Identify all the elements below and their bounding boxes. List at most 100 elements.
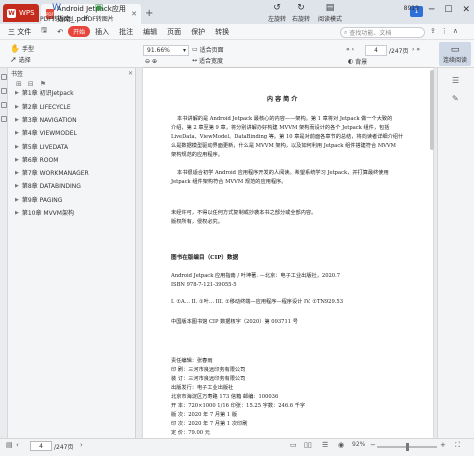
publisher-line: 北京市海淀区万寿路 173 信箱 邮编：100036 (171, 394, 279, 400)
share-icon[interactable]: ⇪ (430, 27, 436, 35)
bookmark-label: 第5章 LIVEDATA (21, 144, 69, 151)
close-panel-icon[interactable]: ✕ (128, 70, 133, 77)
background-button[interactable]: ◐ 背景 (348, 57, 367, 66)
vertical-scrollbar[interactable] (430, 70, 434, 150)
rotate-left-button[interactable]: ↺ 左旋转 (268, 2, 287, 24)
bookmark-item[interactable]: ▶ 第6章 ROOM (15, 155, 59, 165)
bookmark-tools: ⊞ ⊟ ⚑ (16, 80, 46, 88)
zoom-value: 91.66% (147, 47, 170, 54)
bookmark-item[interactable]: ▶ 第9章 PAGING (15, 195, 62, 205)
bookmark-item[interactable]: ▶ 第3章 NAVIGATION (15, 115, 77, 125)
first-page-icon[interactable]: « (346, 46, 350, 53)
menu-page[interactable]: 页面 (162, 27, 186, 37)
menu-annotate[interactable]: 批注 (114, 27, 138, 37)
pdf-to-image-button[interactable]: ▣ PDF转图片 (84, 2, 114, 24)
menu-insert[interactable]: 插入 (90, 27, 114, 37)
expand-icon: ▶ (15, 182, 19, 189)
wps-home-tab[interactable]: W WPS (3, 4, 39, 22)
minimize-icon[interactable]: ─ (429, 5, 434, 15)
zoom-out-icon[interactable]: ⊖ (145, 58, 150, 65)
properties-icon[interactable]: ☰ (452, 76, 459, 85)
bookmark-item[interactable]: ▶ 第8章 DATABINDING (15, 181, 81, 191)
thumbnail-icon[interactable] (1, 88, 7, 94)
rotate-right-button[interactable]: ↻ 右旋转 (292, 2, 310, 24)
menu-edit[interactable]: 编辑 (138, 27, 162, 37)
zoom-in-icon[interactable]: + (440, 441, 446, 449)
intro-line: 么是数据模型驱动界面更新，什么是 MVVM 架构，以及如何利用 Jetpack … (171, 143, 396, 149)
bookmark-item[interactable]: ▶ 第4章 VIEWMODEL (15, 128, 77, 138)
wps-tab-label: WPS (19, 9, 35, 17)
bookmark-label: 第6章 ROOM (21, 157, 59, 164)
zoom-in-icon[interactable]: ⊕ (152, 58, 157, 65)
collapse-icon[interactable]: ∧ (453, 27, 458, 35)
expand-icon: ▶ (15, 143, 19, 150)
undo-icon[interactable]: ↶ (52, 28, 68, 36)
bookmark-panel-icon[interactable] (1, 74, 7, 80)
read-mode-button[interactable]: ▤ 阅读模式 (318, 2, 342, 24)
rotate-left-icon: ↺ (273, 2, 281, 13)
menu-convert[interactable]: 转换 (210, 27, 234, 37)
view-continuous-icon[interactable]: ☰ (322, 441, 328, 449)
eye-icon[interactable]: ◉ (338, 441, 344, 449)
view-double-icon[interactable]: ▯▯ (304, 441, 312, 449)
window-controls: 8919 ─ ☐ ✕ (404, 5, 470, 15)
pdf-to-word-button[interactable]: W PDF转Word (40, 2, 73, 24)
prev-page-icon[interactable]: ‹ (352, 46, 354, 53)
bookmark-flag-icon[interactable]: ⚑ (40, 80, 46, 88)
save-icon[interactable]: 🖫 (36, 26, 52, 37)
annotation-list-icon[interactable] (1, 102, 7, 108)
search-panel-icon[interactable] (1, 116, 7, 122)
expand-icon: ▶ (15, 196, 19, 203)
close-tab-icon[interactable]: ✕ (131, 10, 137, 18)
view-single-icon[interactable]: ▭ (290, 441, 297, 449)
add-bookmark-icon[interactable]: ⊞ (16, 80, 22, 88)
delete-bookmark-icon[interactable]: ⊟ (28, 80, 34, 88)
file-menu[interactable]: 三 文件 (3, 27, 36, 37)
bookmark-item[interactable]: ▶ 第2章 LIFECYCLE (15, 102, 71, 112)
menu-protect[interactable]: 保护 (186, 27, 210, 37)
continuous-read-button[interactable]: ▭ 连续阅读 (439, 42, 471, 66)
comment-icon[interactable]: ✎ (452, 94, 459, 103)
copyright-line: 未经许可，不得以任何方式复制或抄袭本书之部分或全部内容。 (171, 210, 317, 216)
menu-start[interactable]: 开始 (68, 26, 91, 37)
page-number-input[interactable]: 4 (365, 45, 387, 56)
bookmark-label: 第3章 NAVIGATION (21, 117, 77, 124)
rotate-right-icon: ↻ (297, 2, 305, 13)
status-page-input[interactable]: 4 (30, 441, 52, 451)
fullscreen-icon[interactable]: ⛶ (455, 441, 460, 450)
bookmark-item[interactable]: ▶ 第10章 MVVM架构 (15, 208, 74, 218)
fit-width-button[interactable]: ↔ 适合宽度 (192, 56, 223, 65)
publisher-line: 版 次：2020 年 7 月第 1 版 (171, 412, 238, 418)
last-page-icon[interactable]: » (416, 46, 420, 53)
zoom-slider-handle[interactable] (406, 443, 409, 451)
user-id[interactable]: 8919 (404, 5, 419, 15)
publisher-line: 出版发行：电子工业出版社 (171, 385, 234, 391)
maximize-icon[interactable]: ☐ (444, 5, 452, 15)
search-input[interactable]: ⌕ 查找功能、文档 (340, 27, 425, 38)
fit-page-button[interactable]: ▭ 适合页面 (192, 45, 224, 54)
expand-icon: ▶ (15, 209, 19, 216)
bookmark-item[interactable]: ▶ 第1章 初识Jetpack (15, 88, 74, 98)
select-tool-button[interactable]: ➚ 选择 (10, 55, 31, 64)
zoom-select[interactable]: 91.66% ▾ (143, 45, 189, 56)
word-icon: W (52, 2, 62, 13)
more-icon[interactable]: ⋮ (441, 27, 448, 35)
zoom-out-icon[interactable]: − (370, 441, 376, 449)
bookmark-item[interactable]: ▶ 第7章 WORKMANAGER (15, 168, 89, 178)
next-page-icon[interactable]: › (80, 441, 83, 449)
next-page-icon[interactable]: › (412, 46, 414, 53)
new-tab-button[interactable]: + (145, 8, 153, 19)
prev-page-icon[interactable]: ‹ (16, 441, 19, 449)
fit-page-label: 适合页面 (199, 47, 224, 54)
hand-tool-button[interactable]: ✋ 手型 (10, 44, 34, 53)
cip-line: 中国版本图书馆 CIP 数据核字（2020）第 093711 号 (171, 319, 298, 325)
sidebar-toggle-icon[interactable]: ▤ (6, 441, 13, 449)
bookmark-item[interactable]: ▶ 第5章 LIVEDATA (15, 142, 69, 152)
rotate-left-label: 左旋转 (268, 16, 287, 23)
status-page-total: /247页 (54, 444, 74, 451)
expand-icon: ▶ (15, 89, 19, 96)
intro-line: LiveData、ViewModel、DataBinding 等。第 10 章是… (171, 134, 404, 140)
close-window-icon[interactable]: ✕ (462, 5, 470, 15)
cursor-icon: ➚ (10, 55, 17, 64)
expand-icon: ▶ (15, 129, 19, 136)
